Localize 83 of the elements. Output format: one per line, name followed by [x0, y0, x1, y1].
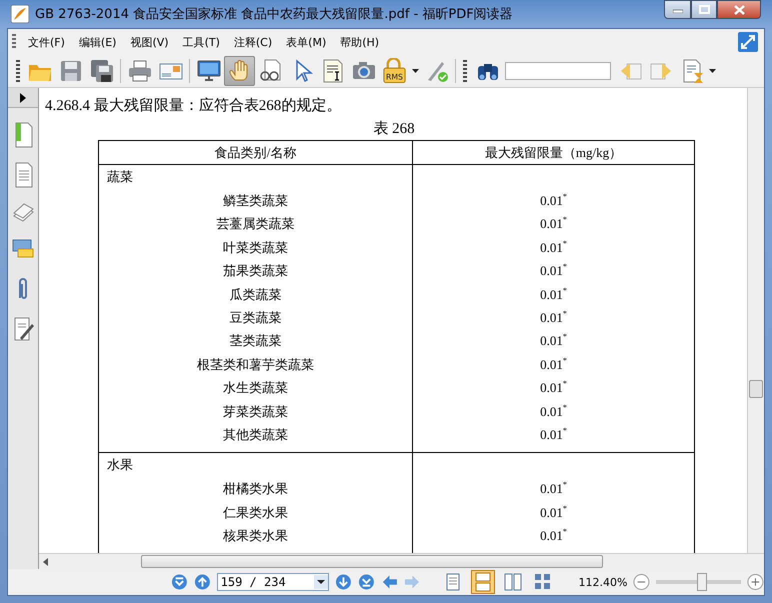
food-name-cell-text: 核果类水果	[223, 527, 288, 546]
minimize-button[interactable]	[664, 0, 691, 19]
limit-value-cell-text: 0.01$^{*}$	[540, 214, 567, 234]
previous-page-icon	[194, 573, 211, 591]
close-button[interactable]	[717, 0, 761, 19]
forward-arrow-icon	[404, 573, 421, 591]
fullscreen-icon	[738, 32, 758, 52]
limit-value-cell-text: 0.01$^{*}$	[540, 284, 567, 304]
limit-value-cell-text: 0.01$^{*}$	[540, 479, 567, 498]
column-header: 最大残留限量（mg/kg）	[484, 144, 624, 162]
category-cell-text: 水果	[107, 456, 133, 474]
document-hourglass-icon	[681, 58, 705, 84]
limit-value-cell-text: 0.01$^{*}$	[540, 308, 567, 327]
food-name-cell-text: 水生类蔬菜	[223, 379, 288, 398]
dropdown-icon[interactable]	[314, 575, 328, 589]
body-paragraph: 4.268.4 最大残留限量：应符合表268的规定。	[45, 96, 342, 115]
food-name-cell-text: 鳞茎类蔬菜	[223, 192, 288, 210]
limit-value-cell-text: 0.01$^{*}$	[540, 424, 567, 444]
back-arrow-icon	[380, 573, 398, 591]
menu-item[interactable]: 注释(C)	[226, 32, 278, 52]
minimize-icon	[672, 6, 682, 12]
horizontal-scrollbar[interactable]	[39, 553, 764, 569]
limit-value-cell-text: 0.01$^{*}$	[540, 502, 567, 522]
limit-value-cell-text: 0.01$^{*}$	[540, 402, 567, 421]
continuous-pages-view-button[interactable]	[470, 570, 495, 594]
signature-page-icon	[12, 316, 34, 342]
window-title: GB 2763-2014 食品安全国家标准 食品中农药最大残留限量.pdf - 福昕PDF阅读器	[35, 6, 514, 23]
menu-item[interactable]: 工具(T)	[174, 32, 226, 52]
facing-pages-icon	[502, 572, 523, 592]
expand-panel-button[interactable]	[8, 88, 38, 108]
menu-item[interactable]: 表单(M)	[278, 32, 332, 52]
next-page-icon	[335, 573, 352, 591]
monitor-icon	[196, 58, 222, 84]
column-header: 食品类别/名称	[99, 141, 413, 164]
category-cell-text: 蔬菜	[107, 168, 133, 186]
caret-icon	[709, 69, 716, 73]
food-name-cell-text: 芽菜类蔬菜	[223, 402, 288, 421]
continuous-pages-icon	[472, 572, 493, 592]
limit-value-cell-text: 0.01$^{*}$	[540, 191, 567, 210]
caret-icon	[412, 69, 419, 73]
limit-value-cell-text: 0.01$^{*}$	[540, 526, 567, 546]
maximize-button[interactable]	[691, 0, 717, 19]
zoom-level: 112.40%	[578, 576, 628, 588]
limit-value-cell-text: 0.01$^{*}$	[540, 261, 567, 280]
food-name-cell-text: 仁果类水果	[223, 504, 288, 522]
floppy-disks-icon	[88, 58, 114, 84]
vertical-scrollbar[interactable]	[747, 88, 764, 553]
zoom-out-icon	[633, 573, 650, 591]
zoom-in-icon	[747, 573, 764, 591]
last-page-icon	[358, 573, 375, 591]
slider-thumb[interactable]	[697, 573, 708, 591]
first-page-icon	[171, 573, 188, 591]
menu-item[interactable]: 编辑(E)	[70, 32, 122, 52]
food-name-cell-text: 茎类蔬菜	[230, 332, 282, 350]
menu-item[interactable]: 视图(V)	[122, 32, 175, 52]
food-name-cell-text: 豆类蔬菜	[230, 308, 282, 327]
limit-value-cell-text: 0.01$^{*}$	[540, 238, 567, 257]
rms-label: RMS	[386, 72, 403, 82]
close-icon	[734, 4, 744, 14]
food-name-cell-text: 根茎类和薯芋类蔬菜	[197, 356, 314, 374]
thumbnails-icon	[532, 572, 553, 592]
menu-item[interactable]: 文件(F)	[20, 32, 71, 52]
app-logo-icon	[11, 5, 29, 23]
scroll-thumb[interactable]	[141, 555, 603, 568]
food-name-cell-text: 柑橘类水果	[223, 480, 288, 498]
limit-value-cell-text: 0.01$^{*}$	[540, 354, 567, 374]
table-caption: 表 268	[372, 120, 416, 138]
page-number-field[interactable]: 159 / 234	[216, 573, 330, 591]
food-name-cell-text: 叶菜类蔬菜	[223, 238, 288, 257]
layers-icon	[12, 202, 34, 224]
search-field[interactable]	[505, 62, 611, 80]
menu-item[interactable]: 帮助(H)	[332, 32, 386, 52]
limit-value-cell-text: 0.01$^{*}$	[540, 331, 567, 350]
food-name-cell-text: 其他类蔬菜	[223, 426, 288, 444]
food-name-cell-text: 茄果类蔬菜	[223, 262, 288, 280]
limit-value-cell-text: 0.01$^{*}$	[540, 378, 567, 398]
rms-lock-tool[interactable]: RMS	[379, 56, 410, 86]
right-arrow-icon	[20, 92, 26, 102]
food-name-cell-text: 芸薹属类蔬菜	[216, 215, 294, 234]
printer-icon	[126, 58, 152, 84]
maximize-icon	[698, 5, 710, 14]
food-name-cell-text: 瓜类蔬菜	[230, 286, 282, 304]
scroll-thumb[interactable]	[749, 380, 763, 398]
